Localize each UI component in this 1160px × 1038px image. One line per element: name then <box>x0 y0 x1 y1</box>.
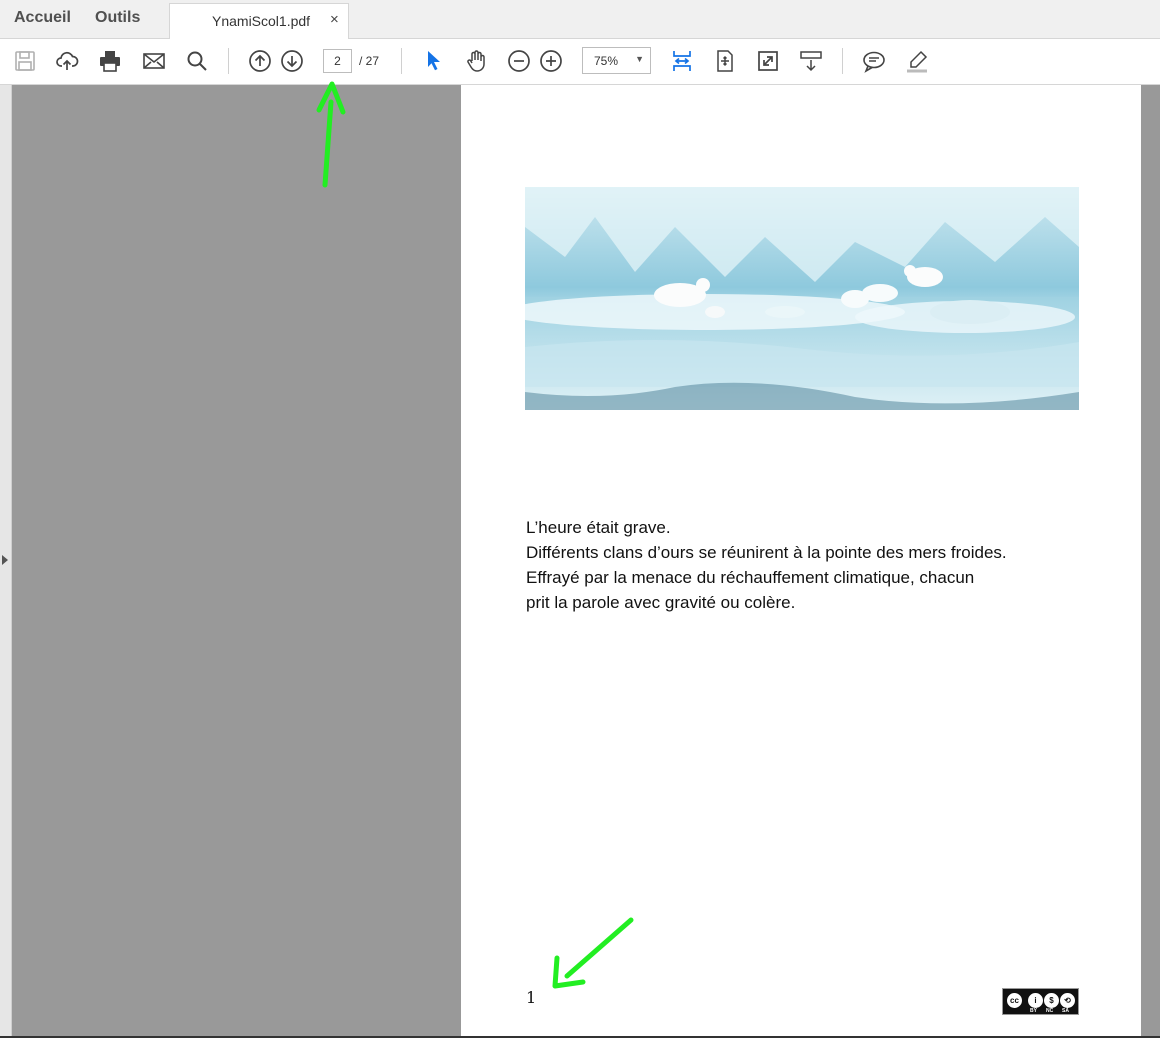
toolbar: 2 / 27 75% ▼ <box>0 39 1160 85</box>
save-icon[interactable] <box>13 49 37 73</box>
page-total: / 27 <box>359 54 380 68</box>
nav-home[interactable]: Accueil <box>14 9 71 27</box>
toolbar-separator <box>842 48 843 74</box>
hand-icon[interactable] <box>464 49 488 73</box>
creative-commons-badge: cc i $ ⟲ BY NC SA <box>1002 988 1079 1015</box>
license-nc: NC <box>1046 1008 1054 1014</box>
document-tab[interactable]: YnamiScol1.pdf × <box>169 3 349 39</box>
scroll-mode-icon[interactable] <box>799 49 823 73</box>
highlight-icon[interactable] <box>905 49 929 73</box>
left-panel-toggle[interactable] <box>0 85 12 1038</box>
sharealike-icon: ⟲ <box>1059 992 1076 1009</box>
noncommercial-icon: $ <box>1043 992 1060 1009</box>
fit-width-icon[interactable] <box>670 49 694 73</box>
annotation-arrow-down-left <box>552 917 634 989</box>
cc-icon: cc <box>1006 992 1023 1009</box>
attribution-icon: i <box>1027 992 1044 1009</box>
story-line: L’heure était grave. <box>526 518 671 537</box>
document-tab-title: YnamiScol1.pdf <box>212 13 311 29</box>
zoom-select[interactable]: 75% ▼ <box>582 47 651 74</box>
page-down-icon[interactable] <box>280 49 304 73</box>
page-footer-number: 1 <box>526 988 537 1007</box>
comment-icon[interactable] <box>862 49 886 73</box>
page-up-icon[interactable] <box>248 49 272 73</box>
zoom-value: 75% <box>594 54 619 68</box>
canvas-margin <box>1141 85 1160 1038</box>
search-icon[interactable] <box>185 49 209 73</box>
zoom-out-icon[interactable] <box>507 49 531 73</box>
story-line: Différents clans d’ours se réunirent à l… <box>526 543 1007 562</box>
chevron-down-icon: ▼ <box>635 54 644 64</box>
toolbar-separator <box>401 48 402 74</box>
upload-icon[interactable] <box>55 49 79 73</box>
select-cursor-icon[interactable] <box>422 49 446 73</box>
license-sa: SA <box>1062 1008 1069 1014</box>
expand-panel-icon[interactable] <box>2 555 8 565</box>
zoom-in-icon[interactable] <box>539 49 563 73</box>
annotation-arrow-up <box>316 81 346 188</box>
fullscreen-icon[interactable] <box>756 49 780 73</box>
page-number-input[interactable]: 2 <box>323 49 352 73</box>
tab-bar: Accueil Outils YnamiScol1.pdf × <box>0 0 1160 39</box>
story-line: Effrayé par la menace du réchauffement c… <box>526 568 975 587</box>
story-line: prit la parole avec gravité ou colère. <box>526 593 796 612</box>
print-icon[interactable] <box>98 49 122 73</box>
nav-tools[interactable]: Outils <box>95 9 140 27</box>
fit-page-icon[interactable] <box>713 49 737 73</box>
toolbar-separator <box>228 48 229 74</box>
polar-bears-illustration <box>525 187 1079 410</box>
email-icon[interactable] <box>142 49 166 73</box>
document-page: L’heure était grave. Différents clans d’… <box>461 85 1141 1038</box>
close-tab-icon[interactable]: × <box>330 11 339 28</box>
license-by: BY <box>1030 1008 1037 1014</box>
story-text: L’heure était grave. Différents clans d’… <box>526 515 1086 615</box>
